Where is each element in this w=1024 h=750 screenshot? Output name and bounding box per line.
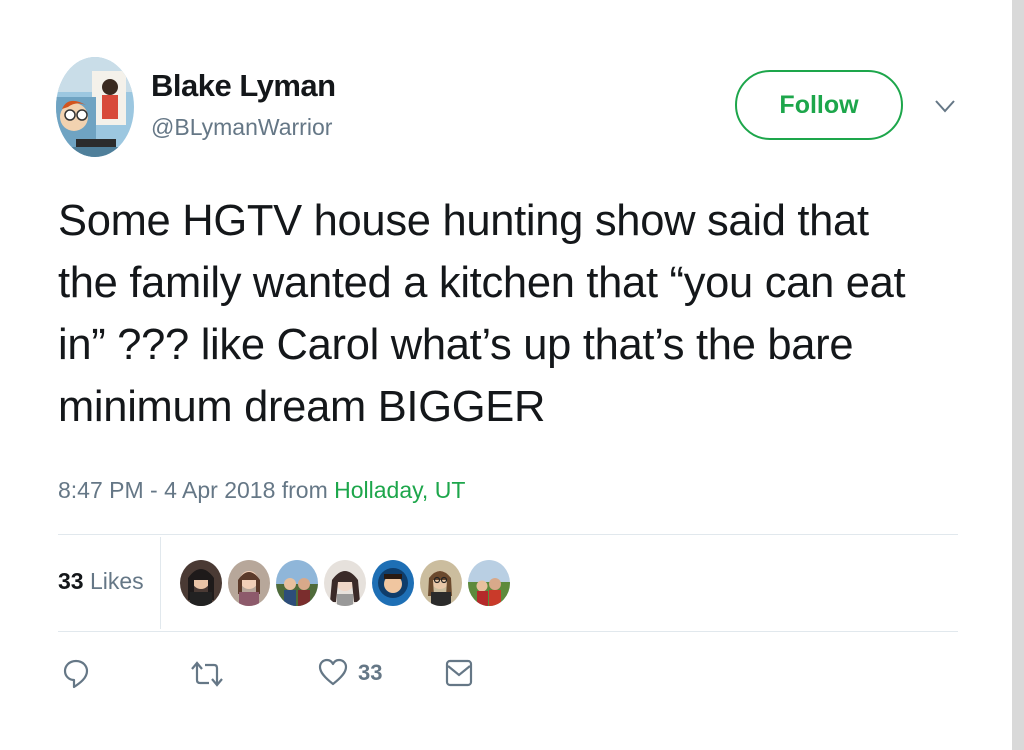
- divider: [58, 534, 958, 535]
- likes-stat[interactable]: 33 Likes: [58, 568, 144, 595]
- user-handle[interactable]: @BLymanWarrior: [151, 114, 332, 141]
- retweet-icon: [189, 658, 225, 690]
- likes-label: Likes: [89, 568, 144, 594]
- timestamp[interactable]: 8:47 PM - 4 Apr 2018 from: [58, 477, 334, 503]
- reply-button[interactable]: [62, 658, 90, 690]
- likes-count: 33: [58, 568, 84, 594]
- divider: [58, 631, 958, 632]
- retweet-button[interactable]: [189, 658, 225, 690]
- tweet-meta: 8:47 PM - 4 Apr 2018 from Holladay, UT: [58, 477, 465, 504]
- tweet-line: Some HGTV house hunting show said that: [58, 197, 869, 245]
- liker-avatar[interactable]: [180, 560, 222, 606]
- liker-avatar[interactable]: [372, 560, 414, 606]
- liker-avatars: [180, 560, 510, 608]
- tweet-line: minimum dream BIGGER: [58, 383, 546, 431]
- location-link[interactable]: Holladay, UT: [334, 477, 465, 503]
- divider: [160, 537, 161, 629]
- heart-icon: [318, 658, 348, 688]
- tweet-line: the family wanted a kitchen that “you ca…: [58, 259, 906, 307]
- liker-avatar[interactable]: [420, 560, 462, 606]
- tweet-line: in” ??? like Carol what’s up that’s the …: [58, 321, 854, 369]
- reply-icon: [62, 658, 90, 690]
- tweet-screenshot: Blake Lyman @BLymanWarrior Follow Some H…: [0, 0, 1024, 750]
- page-edge: [1012, 0, 1024, 750]
- chevron-down-icon[interactable]: [930, 96, 960, 116]
- liker-avatar[interactable]: [468, 560, 510, 606]
- tweet-text: Some HGTV house hunting show said that t…: [58, 190, 988, 438]
- liker-avatar[interactable]: [276, 560, 318, 606]
- envelope-icon: [445, 658, 473, 688]
- avatar[interactable]: [56, 57, 134, 157]
- display-name[interactable]: Blake Lyman: [151, 68, 336, 104]
- follow-button[interactable]: Follow: [735, 70, 903, 140]
- like-button[interactable]: 33: [318, 658, 382, 688]
- liker-avatar[interactable]: [324, 560, 366, 606]
- direct-message-button[interactable]: [445, 658, 473, 688]
- like-count: 33: [358, 660, 383, 685]
- liker-avatar[interactable]: [228, 560, 270, 606]
